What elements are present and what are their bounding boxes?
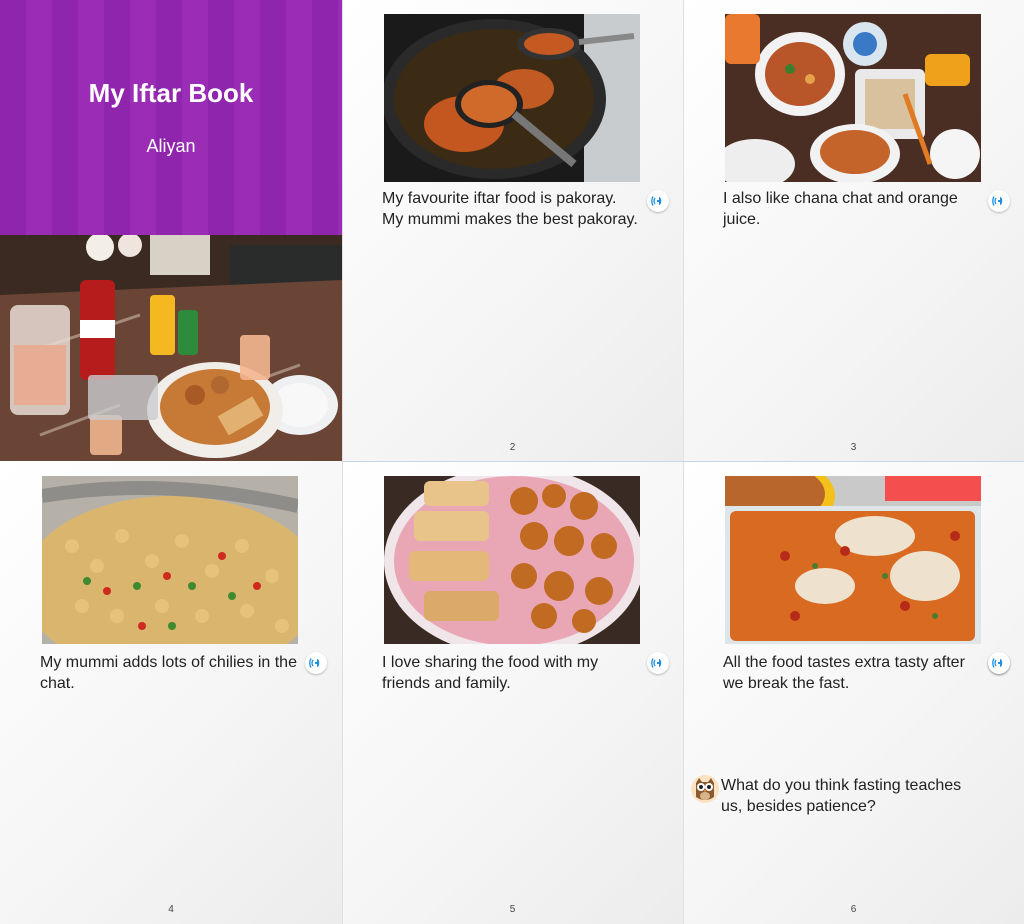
row-divider [342, 461, 1024, 462]
page-divider [683, 0, 684, 924]
page-text: I love sharing the food with my friends … [382, 654, 599, 692]
page-number: 4 [168, 904, 174, 915]
owl-avatar-icon [691, 775, 719, 803]
audio-button[interactable] [647, 652, 669, 674]
audio-button[interactable] [988, 190, 1010, 212]
audio-button[interactable] [647, 190, 669, 212]
page-photo [725, 14, 981, 182]
page-photo [384, 476, 640, 644]
page-text: I also like chana chat and orange juice. [723, 190, 958, 228]
book-page-4: My mummi adds lots of chilies in the cha… [0, 461, 342, 924]
speaker-wave-icon [651, 658, 662, 668]
page-number: 6 [850, 904, 857, 915]
book-page-2: My favourite iftar food is pakoray. My m… [342, 0, 683, 461]
page-text: My favourite iftar food is pakoray. My m… [382, 190, 638, 228]
book-author: Aliyan [146, 136, 196, 156]
book-page-6: All the food tastes extra tasty after we… [683, 461, 1024, 924]
cover-page: My Iftar Book Aliyan [0, 0, 342, 461]
page-number: 2 [509, 442, 516, 453]
discussion-question: What do you think fasting teaches us, be… [721, 777, 962, 815]
question-audio-button[interactable] [988, 652, 1010, 674]
speaker-wave-icon [651, 196, 662, 206]
speaker-wave-icon [309, 658, 320, 668]
book-page-3: I also like chana chat and orange juice.… [683, 0, 1024, 461]
page-photo [384, 14, 640, 182]
page-text: My mummi adds lots of chilies in the cha… [40, 654, 297, 692]
page-number: 5 [509, 904, 516, 915]
speaker-wave-icon [992, 658, 1003, 668]
audio-button[interactable] [305, 652, 327, 674]
book-title: My Iftar Book [88, 78, 254, 108]
page-number: 3 [850, 442, 857, 453]
page-text: All the food tastes extra tasty after we… [723, 654, 965, 692]
speaker-wave-icon [992, 196, 1003, 206]
cover-photo [0, 235, 342, 461]
page-photo [725, 476, 981, 644]
page-divider [342, 0, 343, 924]
cover-title-band [0, 0, 342, 235]
page-photo [42, 476, 298, 644]
book-page-5: I love sharing the food with my friends … [342, 461, 683, 924]
